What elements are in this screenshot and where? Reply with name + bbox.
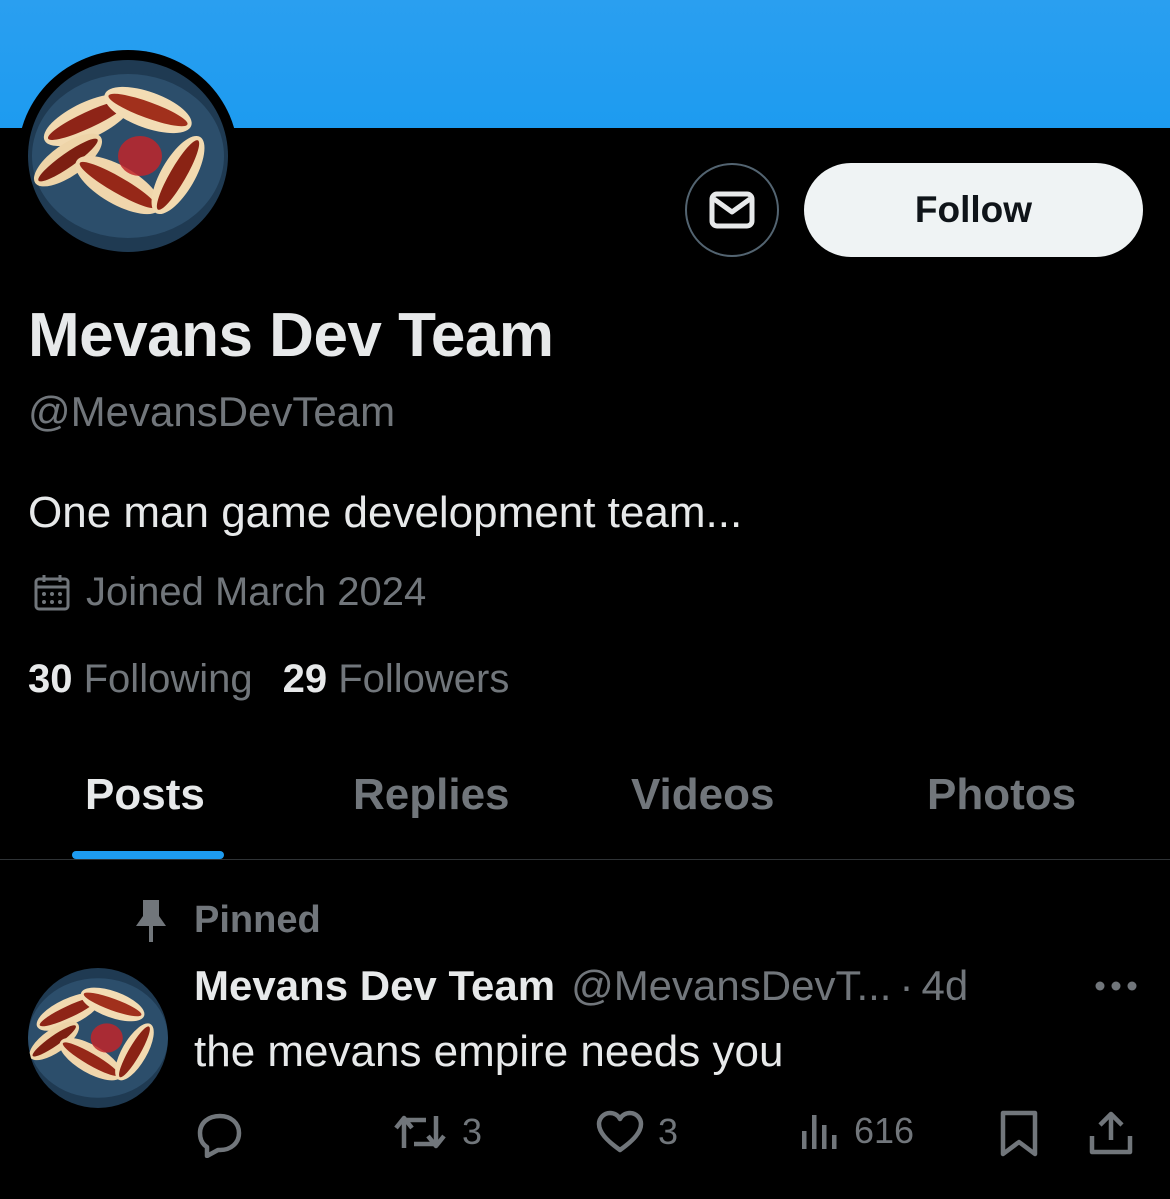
profile-stats: 30 Following 29 Followers [28, 657, 539, 702]
profile-handle: @MevansDevTeam [28, 388, 396, 435]
followers-count: 29 [282, 657, 328, 701]
view-count: 616 [854, 1110, 915, 1151]
tab-videos[interactable]: Videos [631, 770, 774, 820]
post-more-button[interactable] [1093, 976, 1139, 1001]
follow-button[interactable]: Follow [804, 163, 1143, 257]
repost-button[interactable]: 3 [392, 1110, 482, 1154]
share-button[interactable] [1088, 1110, 1134, 1156]
profile-avatar[interactable] [18, 50, 238, 262]
profile-tabs: Posts Replies Videos Photos [0, 740, 1170, 860]
envelope-icon [709, 191, 755, 229]
repost-count: 3 [462, 1111, 483, 1152]
post-text: the mevans empire needs you [194, 1027, 784, 1076]
pinned-label: Pinned [194, 898, 321, 941]
views-button[interactable]: 616 [800, 1110, 914, 1152]
reply-button[interactable] [196, 1110, 258, 1158]
post-author-handle[interactable]: @MevansDevT... [571, 962, 891, 1010]
views-chart-icon [802, 1115, 837, 1149]
followers-label: Followers [338, 657, 510, 701]
share-icon [1089, 1111, 1133, 1155]
avatar-image [28, 60, 228, 252]
repost-icon [394, 1115, 446, 1149]
following-link[interactable]: 30 Following [28, 657, 253, 702]
bookmark-icon [1000, 1110, 1038, 1157]
active-tab-indicator [72, 851, 224, 859]
following-count: 30 [28, 657, 73, 701]
tab-posts[interactable]: Posts [85, 770, 205, 820]
pin-icon [136, 900, 166, 942]
tab-replies[interactable]: Replies [353, 770, 510, 820]
tab-photos[interactable]: Photos [927, 770, 1076, 820]
post-author-name[interactable]: Mevans Dev Team [194, 962, 555, 1010]
like-count: 3 [658, 1111, 679, 1152]
followers-link[interactable]: 29 Followers [283, 657, 510, 702]
post-actions: 3 3 616 [0, 1100, 1170, 1170]
post-timestamp[interactable]: 4d [921, 962, 968, 1010]
reply-icon [197, 1113, 242, 1158]
joined-text: Joined March 2024 [86, 570, 427, 614]
profile-display-name: Mevans Dev Team [28, 301, 554, 370]
heart-icon [596, 1110, 644, 1153]
pinned-indicator: Pinned [134, 898, 321, 942]
post-author-avatar[interactable] [28, 968, 168, 1108]
profile-bio: One man game development team... [28, 488, 743, 537]
message-button[interactable] [685, 163, 779, 257]
following-label: Following [83, 657, 253, 701]
post-separator: · [899, 962, 914, 1009]
calendar-icon [34, 574, 70, 610]
like-button[interactable]: 3 [596, 1110, 678, 1154]
joined-date: Joined March 2024 [32, 570, 426, 615]
bookmark-button[interactable] [998, 1110, 1040, 1158]
more-dots-icon [1095, 981, 1137, 991]
post-header: Mevans Dev Team @MevansDevT... · 4d [194, 962, 968, 1010]
